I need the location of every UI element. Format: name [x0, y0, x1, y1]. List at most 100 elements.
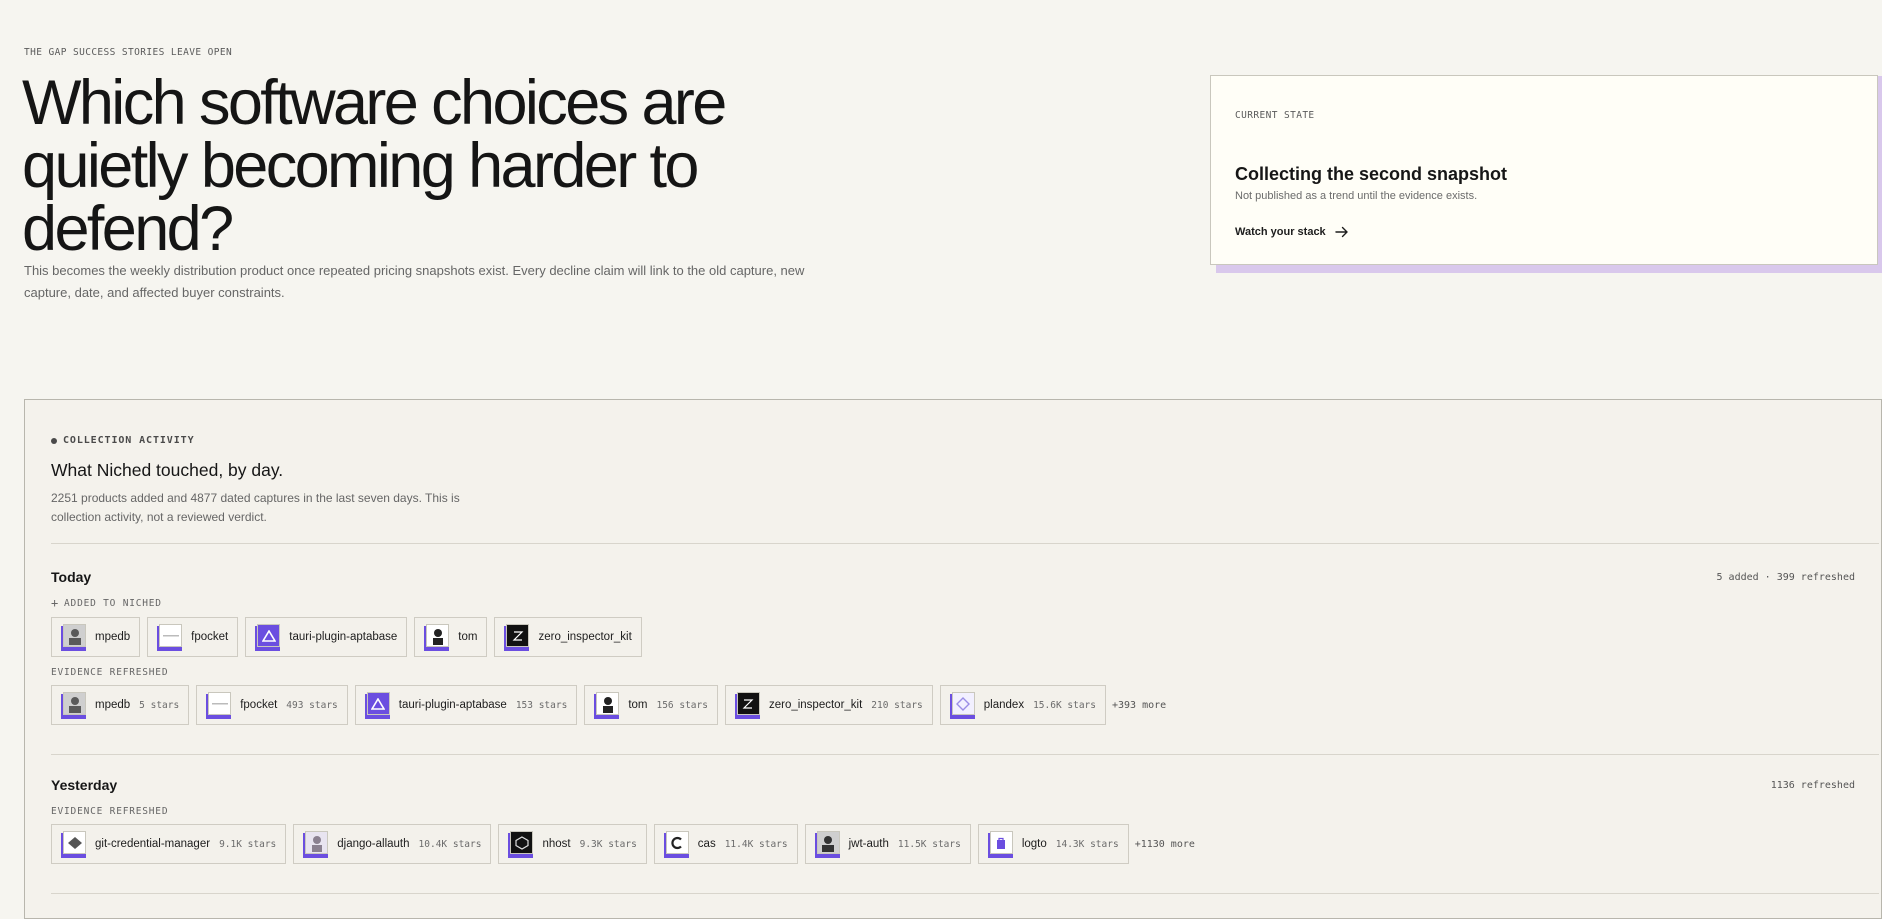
added-section-label: + ADDED TO NICHED [51, 596, 162, 610]
product-logo [424, 624, 450, 651]
product-logo [364, 692, 391, 719]
product-logo [61, 692, 87, 719]
product-logo [61, 831, 87, 858]
person-avatar-icon [68, 696, 81, 713]
product-logo [508, 831, 534, 858]
product-name: tauri-plugin-aptabase [289, 631, 398, 643]
panel-label-text: COLLECTION ACTIVITY [63, 435, 195, 446]
product-logo [663, 831, 690, 858]
diamond-logo-icon [956, 696, 971, 711]
panel-label: COLLECTION ACTIVITY [51, 435, 195, 446]
product-chip[interactable]: logto 14.3K stars [977, 824, 1129, 864]
product-name: django-allauth [337, 838, 410, 850]
star-count: 10.4K stars [418, 838, 482, 850]
product-name: jwt-auth [848, 838, 889, 850]
person-avatar-icon [68, 628, 81, 645]
product-name: git-credential-manager [95, 838, 211, 850]
product-name: fpocket [191, 631, 229, 643]
watch-stack-label: Watch your stack [1235, 226, 1326, 238]
arrow-right-icon [1334, 226, 1348, 238]
star-count: 14.3K stars [1055, 838, 1119, 850]
person-avatar-icon [602, 696, 613, 713]
panel-title: What Niched touched, by day. [51, 460, 284, 480]
product-name: mpedb [95, 699, 131, 711]
hero-description: This becomes the weekly distribution pro… [24, 263, 805, 300]
product-chip[interactable]: tauri-plugin-aptabase [245, 617, 408, 657]
product-chip[interactable]: mpedb [51, 617, 141, 657]
star-count: 9.3K stars [579, 838, 637, 850]
product-logo [206, 692, 232, 719]
card-title: Collecting the second snapshot [1235, 164, 1508, 184]
refreshed-chip-row: mpedb 5 stars fpocket 493 stars tauri-pl… [51, 685, 1166, 725]
day-title-yesterday: Yesterday [51, 777, 118, 793]
more-link[interactable]: +1130 more [1135, 839, 1195, 850]
product-chip[interactable]: zero_inspector_kit 210 stars [724, 685, 933, 725]
collection-activity-panel: COLLECTION ACTIVITY What Niched touched,… [24, 399, 1882, 919]
star-count: 11.4K stars [724, 838, 788, 850]
z-logo-icon [512, 630, 524, 641]
page-title: Which software choices are quietly becom… [22, 68, 727, 264]
card-subtitle: Not published as a trend until the evide… [1235, 190, 1478, 202]
product-logo [61, 624, 87, 651]
refreshed-section-label: EVIDENCE REFRESHED [51, 806, 169, 817]
product-name: logto [1021, 838, 1047, 850]
product-chip[interactable]: cas 11.4K stars [653, 824, 798, 864]
product-chip[interactable]: nhost 9.3K stars [498, 824, 647, 864]
product-chip[interactable]: git-credential-manager 9.1K stars [51, 824, 287, 864]
product-chip[interactable]: tauri-plugin-aptabase 153 stars [354, 685, 578, 725]
product-logo [814, 831, 841, 858]
product-name: fpocket [240, 699, 278, 711]
product-name: cas [697, 838, 716, 850]
product-chip[interactable]: django-allauth 10.4K stars [293, 824, 492, 864]
current-state-card: CURRENT STATE Collecting the second snap… [1210, 75, 1878, 265]
star-count: 11.5K stars [897, 838, 961, 850]
watch-stack-link[interactable]: Watch your stack [1235, 226, 1349, 238]
card-label: CURRENT STATE [1235, 110, 1315, 121]
wordmark-icon [211, 702, 228, 704]
refreshed-section-label: EVIDENCE REFRESHED [51, 667, 169, 678]
product-chip[interactable]: zero_inspector_kit [494, 617, 642, 657]
star-count: 5 stars [139, 699, 180, 711]
plus-icon: + [51, 596, 60, 610]
bag-logo-icon [997, 837, 1006, 849]
product-name: plandex [983, 699, 1025, 711]
product-logo [303, 831, 329, 858]
product-name: nhost [542, 838, 571, 850]
product-chip[interactable]: fpocket 493 stars [196, 685, 348, 725]
product-chip[interactable]: fpocket [147, 617, 239, 657]
day-stat-yesterday: 1136 refreshed [1770, 780, 1855, 791]
product-name: mpedb [95, 631, 131, 643]
product-logo [949, 692, 976, 719]
product-chip[interactable]: tom 156 stars [584, 685, 718, 725]
divider [51, 893, 1879, 894]
divider [51, 754, 1879, 755]
day-stat-today: 5 added · 399 refreshed [1716, 572, 1855, 583]
star-count: 9.1K stars [219, 838, 277, 850]
day-title-today: Today [51, 569, 92, 585]
product-logo [594, 692, 620, 719]
star-count: 156 stars [656, 699, 708, 711]
product-name: tom [628, 699, 648, 711]
person-avatar-icon [311, 835, 322, 852]
product-chip[interactable]: plandex 15.6K stars [939, 685, 1106, 725]
product-logo [987, 831, 1014, 858]
star-count: 15.6K stars [1033, 699, 1096, 711]
product-chip[interactable]: tom [414, 617, 488, 657]
product-logo [255, 624, 281, 651]
triangle-logo-icon [261, 629, 276, 642]
product-chip[interactable]: mpedb 5 stars [51, 685, 190, 725]
product-logo [504, 624, 530, 651]
product-logo [157, 624, 183, 651]
product-logo [734, 692, 761, 719]
triangle-logo-icon [371, 697, 386, 710]
product-name: tom [458, 631, 478, 643]
product-chip[interactable]: jwt-auth 11.5K stars [804, 824, 971, 864]
star-count: 153 stars [515, 699, 568, 711]
wordmark-icon [162, 634, 179, 636]
star-count: 210 stars [871, 699, 923, 711]
more-link[interactable]: +393 more [1112, 700, 1166, 711]
hexagon-logo-icon [515, 835, 529, 850]
z-logo-icon [743, 698, 754, 709]
added-chip-row: mpedb fpocket tauri-plugin-aptabase tom … [51, 617, 642, 657]
product-name: tauri-plugin-aptabase [398, 699, 507, 711]
